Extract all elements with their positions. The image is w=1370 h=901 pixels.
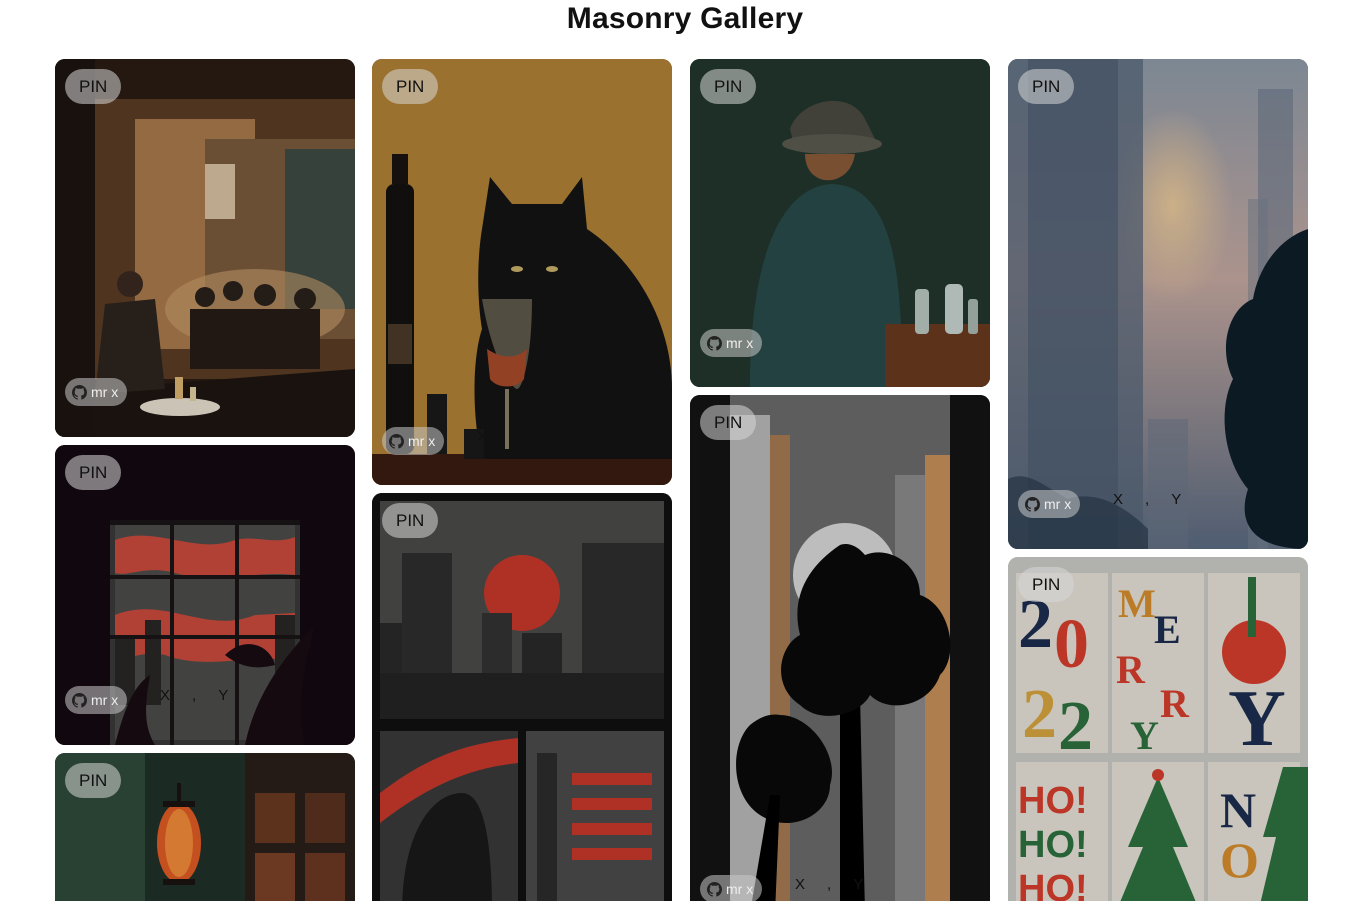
gallery-image <box>690 395 990 901</box>
pin-button[interactable]: PIN <box>382 503 439 538</box>
svg-text:N: N <box>1220 782 1256 838</box>
share-separator: , <box>1145 491 1150 508</box>
share-x-link[interactable]: X <box>160 686 170 706</box>
author-name: mr x <box>91 692 119 708</box>
svg-text:Y: Y <box>1130 713 1159 758</box>
masonry-gallery: PIN mr x PIN mr x X , Y PIN PIN mr x X ,… <box>0 0 1370 901</box>
gallery-card-man-hat[interactable]: PIN mr x <box>690 59 990 387</box>
author-name: mr x <box>91 384 119 400</box>
pin-button[interactable]: PIN <box>1018 567 1075 602</box>
share-y-link[interactable]: Y <box>853 875 863 895</box>
gallery-card-xmas-poster[interactable]: 2 0 2 2 M E R R Y Y HO! HO! HO! N O PIN <box>1008 557 1308 901</box>
svg-text:HO!: HO! <box>1018 780 1088 822</box>
share-x-link[interactable]: X <box>795 875 805 895</box>
author-chip[interactable]: mr x <box>382 427 445 455</box>
pin-button[interactable]: PIN <box>700 69 757 104</box>
share-separator: , <box>192 687 197 704</box>
share-x-link[interactable]: X <box>477 427 487 447</box>
share-y-link[interactable]: Y <box>1171 490 1181 510</box>
gallery-card-city-tree[interactable]: PIN mr x X , Y <box>690 395 990 901</box>
pin-button[interactable]: PIN <box>65 455 122 490</box>
svg-text:E: E <box>1154 607 1181 652</box>
author-chip[interactable]: mr x <box>65 378 128 406</box>
share-separator: , <box>509 428 514 445</box>
github-icon <box>1025 496 1040 512</box>
github-icon <box>707 881 722 897</box>
author-name: mr x <box>1044 496 1072 512</box>
share-links: X , Y <box>160 686 228 706</box>
svg-text:Y: Y <box>1228 675 1286 763</box>
gallery-card-cafe-men[interactable]: PIN mr x <box>55 59 355 437</box>
gallery-image <box>372 59 672 485</box>
pin-button[interactable]: PIN <box>65 69 122 104</box>
gallery-image <box>372 493 672 901</box>
github-icon <box>707 335 722 351</box>
svg-text:2: 2 <box>1058 688 1093 765</box>
share-y-link[interactable]: Y <box>535 427 545 447</box>
svg-text:M: M <box>1118 581 1156 626</box>
pin-button[interactable]: PIN <box>1018 69 1075 104</box>
gallery-image <box>1008 59 1308 549</box>
svg-text:O: O <box>1220 832 1259 888</box>
author-chip[interactable]: mr x <box>700 329 763 357</box>
author-name: mr x <box>408 433 436 449</box>
pin-button[interactable]: PIN <box>382 69 439 104</box>
github-icon <box>72 384 87 400</box>
svg-text:HO!: HO! <box>1018 868 1088 901</box>
github-icon <box>389 433 404 449</box>
share-separator: , <box>827 876 832 893</box>
author-chip[interactable]: mr x <box>65 686 128 714</box>
pin-button[interactable]: PIN <box>65 763 122 798</box>
share-links: X , Y <box>477 427 545 447</box>
share-x-link[interactable]: X <box>1113 490 1123 510</box>
gallery-card-cat-wine[interactable]: PIN mr x X , Y <box>372 59 672 485</box>
gallery-card-red-sun-city[interactable]: PIN <box>372 493 672 901</box>
svg-text:0: 0 <box>1054 606 1089 683</box>
gallery-image: 2 0 2 2 M E R R Y Y HO! HO! HO! N O <box>1008 557 1308 901</box>
svg-text:2: 2 <box>1022 676 1057 753</box>
svg-text:HO!: HO! <box>1018 824 1088 866</box>
share-links: X , Y <box>795 875 863 895</box>
gallery-card-foggy-city[interactable]: PIN mr x X , Y <box>1008 59 1308 549</box>
share-y-link[interactable]: Y <box>218 686 228 706</box>
share-links: X , Y <box>1113 490 1181 510</box>
author-chip[interactable]: mr x <box>700 875 763 901</box>
svg-text:R: R <box>1116 647 1146 692</box>
author-name: mr x <box>726 335 754 351</box>
gallery-card-window-red[interactable]: PIN mr x X , Y <box>55 445 355 745</box>
gallery-card-lantern[interactable]: PIN <box>55 753 355 901</box>
svg-text:R: R <box>1160 681 1190 726</box>
author-chip[interactable]: mr x <box>1018 490 1081 518</box>
github-icon <box>72 692 87 708</box>
author-name: mr x <box>726 881 754 897</box>
pin-button[interactable]: PIN <box>700 405 757 440</box>
